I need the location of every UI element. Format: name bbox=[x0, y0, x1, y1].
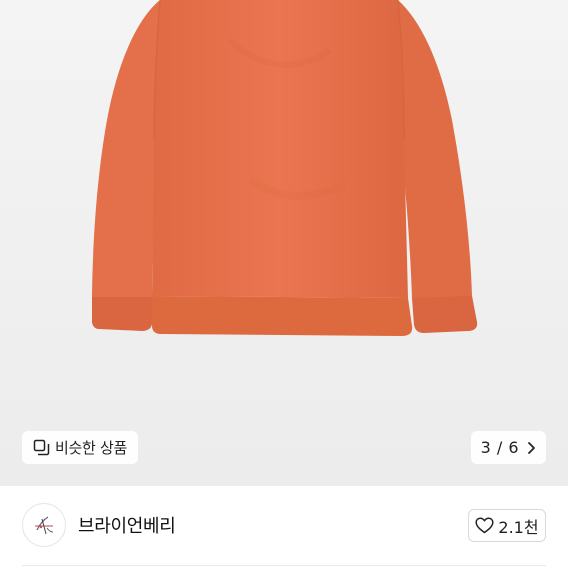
like-count: 2.1천 bbox=[498, 517, 539, 537]
like-button[interactable]: 2.1천 bbox=[468, 509, 546, 542]
image-page-counter[interactable]: 3 / 6 bbox=[470, 431, 546, 464]
product-photo bbox=[92, 0, 478, 336]
stacked-squares-icon bbox=[33, 439, 50, 456]
seller-name[interactable]: 브라이언베리 bbox=[78, 512, 176, 538]
similar-products-button[interactable]: 비슷한 상품 bbox=[22, 431, 138, 464]
seller-logo-icon bbox=[35, 516, 54, 535]
seller-info-row: 브라이언베리 2.1천 bbox=[0, 486, 568, 568]
product-image-viewer[interactable]: 비슷한 상품 3 / 6 bbox=[0, 0, 568, 486]
seller-avatar[interactable] bbox=[22, 503, 66, 547]
image-counter-text: 3 / 6 bbox=[480, 438, 519, 457]
similar-products-label: 비슷한 상품 bbox=[55, 439, 127, 457]
heart-outline-icon bbox=[475, 517, 494, 534]
product-detail-page: 비슷한 상품 3 / 6 브라이언베리 2.1천 bbox=[0, 0, 568, 568]
chevron-right-icon bbox=[527, 441, 536, 455]
section-divider bbox=[22, 565, 546, 566]
